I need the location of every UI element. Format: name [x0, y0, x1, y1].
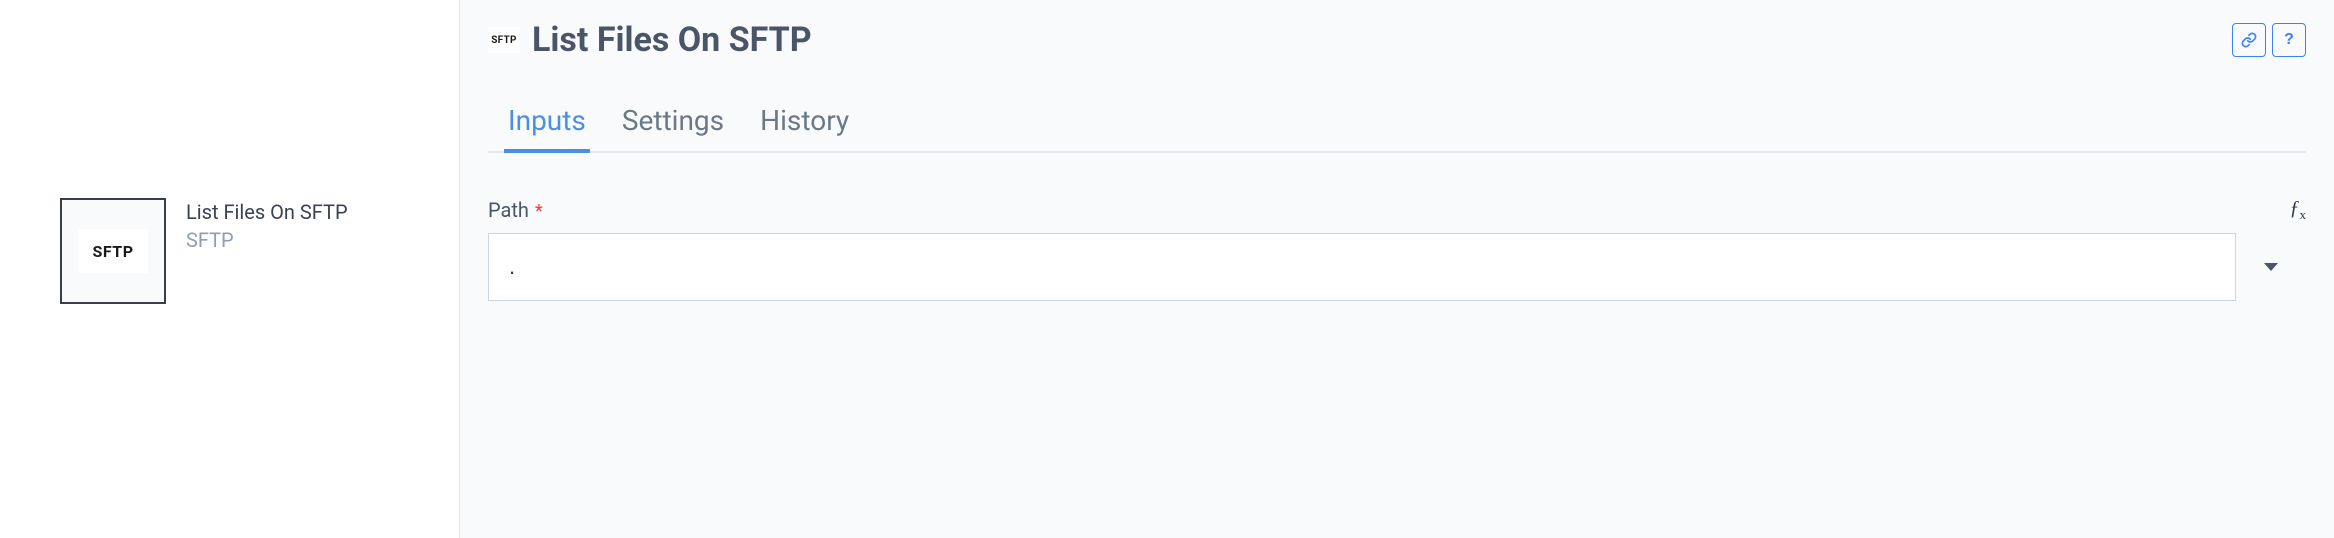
required-indicator: *: [535, 201, 543, 222]
canvas-panel: SFTP List Files On SFTP SFTP: [0, 0, 459, 538]
fx-icon: ƒ: [2290, 197, 2300, 219]
sftp-badge-icon: SFTP: [78, 229, 148, 273]
detail-panel: SFTP List Files On SFTP ? Inputs Setting…: [459, 0, 2334, 538]
tabs: Inputs Settings History: [488, 104, 2306, 153]
header-sftp-badge-icon: SFTP: [488, 27, 520, 53]
panel-header: SFTP List Files On SFTP ?: [488, 20, 2306, 60]
form-area: Path * ƒx: [488, 197, 2306, 301]
tab-settings[interactable]: Settings: [622, 104, 724, 151]
node-subtitle: SFTP: [186, 228, 348, 252]
header-left: SFTP List Files On SFTP: [488, 20, 812, 60]
node-card[interactable]: SFTP List Files On SFTP SFTP: [60, 198, 348, 304]
node-labels: List Files On SFTP SFTP: [186, 198, 348, 252]
node-title: List Files On SFTP: [186, 200, 348, 224]
help-icon: ?: [2284, 31, 2294, 49]
node-box[interactable]: SFTP: [60, 198, 166, 304]
link-button[interactable]: [2232, 23, 2266, 57]
fx-button[interactable]: ƒx: [2290, 197, 2307, 223]
path-input[interactable]: [488, 233, 2236, 301]
tab-inputs[interactable]: Inputs: [508, 104, 586, 151]
fx-sub-icon: x: [2300, 207, 2307, 222]
page-title: List Files On SFTP: [532, 20, 812, 60]
chevron-down-icon: [2264, 263, 2278, 271]
tab-history[interactable]: History: [760, 104, 849, 151]
path-label: Path *: [488, 198, 543, 222]
header-actions: ?: [2232, 23, 2306, 57]
field-label-row: Path * ƒx: [488, 197, 2306, 223]
link-icon: [2241, 32, 2257, 48]
path-dropdown-button[interactable]: [2236, 233, 2306, 301]
path-input-row: [488, 233, 2306, 301]
help-button[interactable]: ?: [2272, 23, 2306, 57]
path-label-text: Path: [488, 198, 529, 222]
